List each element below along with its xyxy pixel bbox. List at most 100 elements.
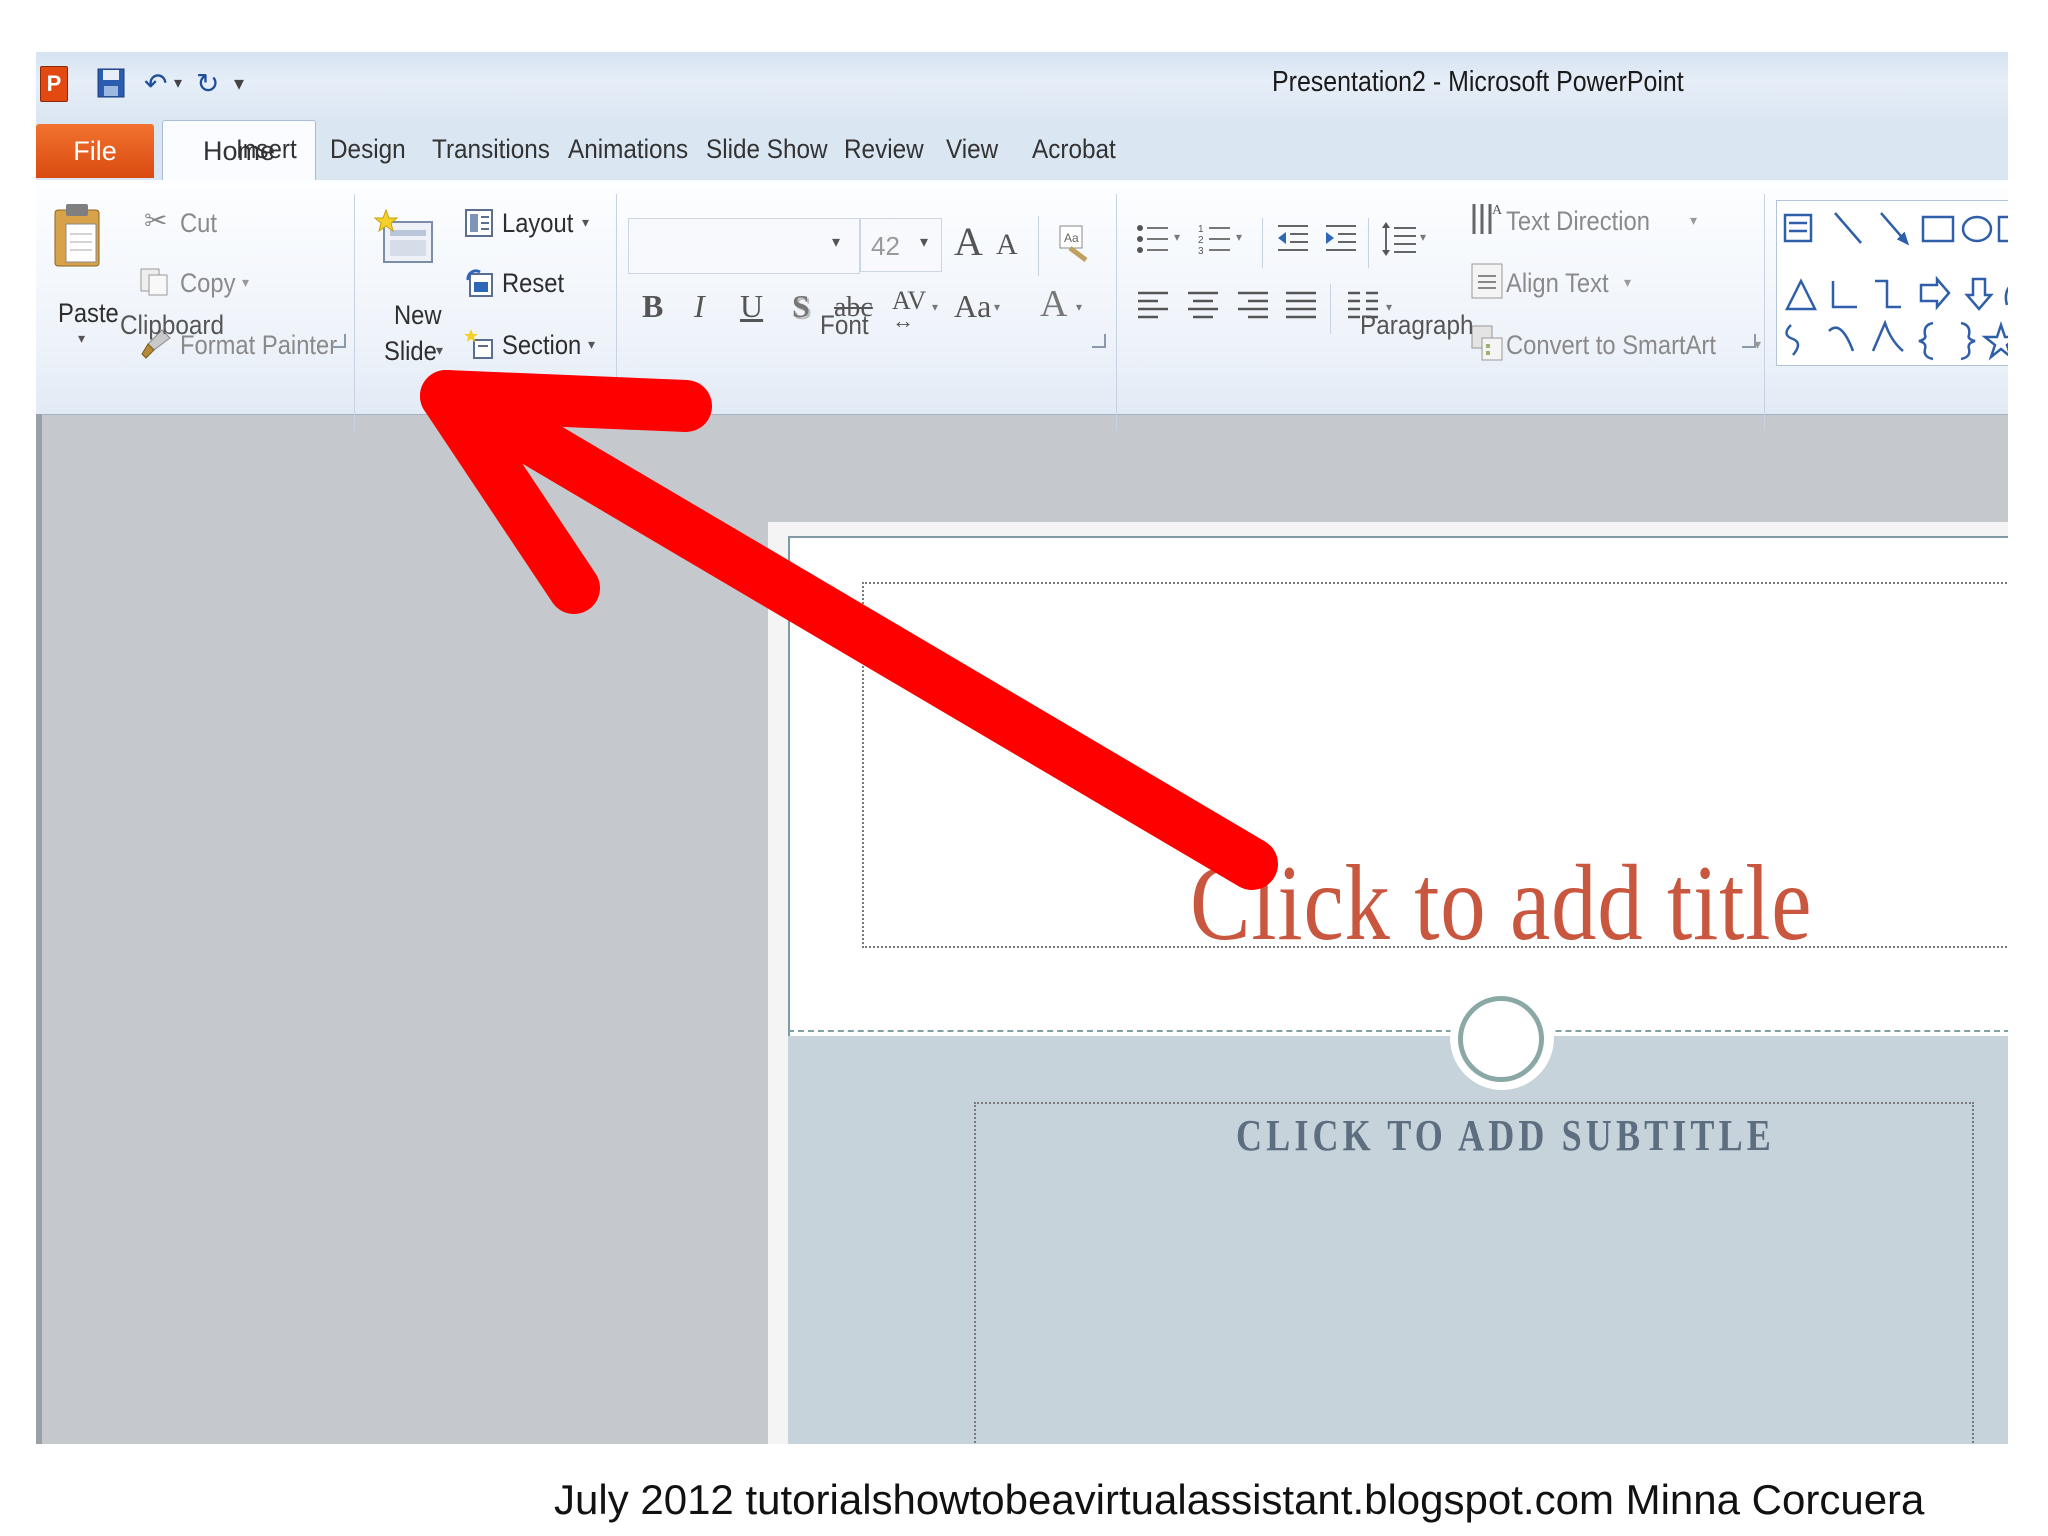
increase-indent-icon[interactable] bbox=[1324, 222, 1358, 261]
layout-icon bbox=[464, 208, 494, 243]
window-title: Presentation2 - Microsoft PowerPoint bbox=[1272, 66, 1684, 98]
svg-text:2: 2 bbox=[1198, 235, 1204, 246]
tab-review[interactable]: Review bbox=[844, 134, 924, 165]
layout-button[interactable]: Layout bbox=[502, 208, 573, 239]
tab-design[interactable]: Design bbox=[330, 134, 406, 165]
font-name-combo[interactable] bbox=[628, 218, 860, 274]
shapes-gallery[interactable] bbox=[1776, 200, 2008, 366]
copy-button[interactable]: Copy bbox=[180, 268, 235, 299]
paste-button[interactable]: Paste bbox=[58, 298, 119, 329]
powerpoint-window: P ↶ ▾ ↻ ▾ Presentation2 - Microsoft Powe… bbox=[36, 52, 2008, 1444]
new-slide-dropdown-icon[interactable]: ▾ bbox=[436, 342, 443, 359]
grow-font-button[interactable]: A bbox=[954, 218, 983, 265]
group-separator bbox=[616, 194, 617, 430]
section-button[interactable]: Section bbox=[502, 330, 581, 361]
font-group-label: Font bbox=[820, 310, 869, 340]
svg-text:1: 1 bbox=[1198, 224, 1204, 235]
section-dropdown-icon[interactable]: ▾ bbox=[588, 336, 595, 353]
section-icon bbox=[464, 328, 496, 365]
justify-icon[interactable] bbox=[1284, 288, 1318, 327]
change-case-dropdown-icon[interactable]: ▾ bbox=[994, 300, 1000, 314]
tab-transitions[interactable]: Transitions bbox=[432, 134, 550, 165]
text-direction-icon: A bbox=[1470, 200, 1504, 245]
bullets-icon[interactable] bbox=[1136, 222, 1170, 261]
layout-dropdown-icon[interactable]: ▾ bbox=[582, 214, 589, 231]
character-spacing-arrows-icon: ↔ bbox=[892, 308, 914, 333]
copy-dropdown-icon[interactable]: ▾ bbox=[242, 274, 249, 291]
align-left-icon[interactable] bbox=[1136, 288, 1170, 327]
clear-formatting-icon[interactable]: Aa bbox=[1056, 224, 1090, 269]
reset-button[interactable]: Reset bbox=[502, 268, 564, 299]
powerpoint-app-icon[interactable]: P bbox=[40, 66, 68, 102]
tab-file[interactable]: File bbox=[36, 124, 154, 178]
bullets-dropdown-icon[interactable]: ▾ bbox=[1174, 230, 1180, 244]
scissors-icon: ✂ bbox=[144, 205, 168, 236]
text-shadow-button[interactable]: S bbox=[792, 288, 810, 325]
font-color-button[interactable]: A bbox=[1040, 282, 1067, 326]
font-color-dropdown-icon[interactable]: ▾ bbox=[1076, 300, 1082, 314]
slide-thumbnail-pane-edge[interactable] bbox=[36, 414, 42, 1444]
bold-button[interactable]: B bbox=[642, 288, 663, 325]
new-slide-button[interactable]: Slide bbox=[384, 336, 437, 367]
change-case-button[interactable]: Aa bbox=[954, 288, 991, 325]
undo-icon[interactable]: ↶ bbox=[144, 66, 167, 102]
tab-slide-show[interactable]: Slide Show bbox=[706, 134, 828, 165]
align-text-icon bbox=[1470, 262, 1504, 305]
slide-divider-line bbox=[788, 1030, 2008, 1032]
divider-ornament-ring bbox=[1458, 996, 1544, 1082]
paragraph-dialog-launcher[interactable] bbox=[1742, 334, 1756, 348]
font-name-dropdown-icon[interactable]: ▾ bbox=[832, 232, 840, 252]
underline-button[interactable]: U bbox=[740, 288, 763, 325]
numbering-icon[interactable]: 123 bbox=[1198, 222, 1232, 261]
tab-animations[interactable]: Animations bbox=[568, 134, 688, 165]
group-separator bbox=[1764, 194, 1765, 430]
svg-text:A: A bbox=[1492, 203, 1503, 218]
character-spacing-dropdown-icon[interactable]: ▾ bbox=[932, 300, 938, 314]
svg-text:3: 3 bbox=[1198, 246, 1204, 256]
italic-button[interactable]: I bbox=[694, 288, 705, 325]
clipboard-icon[interactable] bbox=[52, 202, 102, 273]
align-center-icon[interactable] bbox=[1186, 288, 1220, 327]
font-dialog-launcher[interactable] bbox=[1092, 334, 1106, 348]
font-size-dropdown-icon[interactable]: ▾ bbox=[920, 232, 928, 252]
line-spacing-icon[interactable] bbox=[1380, 220, 1418, 263]
group-separator bbox=[1116, 194, 1117, 430]
tab-insert[interactable]: Insert bbox=[236, 134, 297, 165]
paste-dropdown-icon[interactable]: ▾ bbox=[78, 330, 85, 347]
group-separator bbox=[1038, 216, 1039, 276]
line-spacing-dropdown-icon[interactable]: ▾ bbox=[1420, 230, 1426, 244]
text-direction-button[interactable]: Text Direction bbox=[1506, 206, 1650, 237]
group-separator bbox=[1368, 218, 1369, 268]
smartart-icon bbox=[1470, 324, 1504, 367]
text-direction-dropdown-icon[interactable]: ▾ bbox=[1690, 212, 1697, 229]
reset-icon bbox=[464, 268, 494, 303]
ribbon bbox=[36, 180, 2008, 415]
decrease-indent-icon[interactable] bbox=[1276, 222, 1310, 261]
align-text-button[interactable]: Align Text bbox=[1506, 268, 1609, 299]
clipboard-group-label: Clipboard bbox=[120, 310, 225, 340]
clipboard-dialog-launcher[interactable] bbox=[332, 334, 346, 348]
numbering-dropdown-icon[interactable]: ▾ bbox=[1236, 230, 1242, 244]
group-separator bbox=[1330, 284, 1331, 334]
align-right-icon[interactable] bbox=[1236, 288, 1270, 327]
subtitle-placeholder-text[interactable]: CLICK TO ADD SUBTITLE bbox=[1236, 1110, 1775, 1161]
convert-to-smartart-button[interactable]: Convert to SmartArt bbox=[1506, 330, 1716, 361]
paragraph-group-label: Paragraph bbox=[1360, 310, 1474, 340]
image-caption: July 2012 tutorialshowtobeavirtualassist… bbox=[554, 1476, 1925, 1523]
save-icon[interactable] bbox=[96, 66, 126, 102]
cut-button[interactable]: Cut bbox=[180, 208, 217, 239]
tab-acrobat[interactable]: Acrobat bbox=[1032, 134, 1116, 165]
title-placeholder-text[interactable]: Click to add title bbox=[1190, 842, 1812, 966]
tab-view[interactable]: View bbox=[946, 134, 998, 165]
undo-dropdown-icon[interactable]: ▾ bbox=[174, 66, 182, 102]
customize-qat-icon[interactable]: ▾ bbox=[234, 66, 244, 102]
svg-text:Aa: Aa bbox=[1064, 231, 1079, 245]
new-slide-icon[interactable] bbox=[373, 208, 436, 275]
font-size-combo[interactable]: 42 bbox=[860, 218, 942, 272]
group-separator bbox=[1262, 218, 1263, 268]
align-text-dropdown-icon[interactable]: ▾ bbox=[1624, 274, 1631, 291]
shrink-font-button[interactable]: A bbox=[996, 228, 1018, 262]
copy-icon bbox=[138, 266, 170, 303]
new-slide-label-line1[interactable]: New bbox=[394, 300, 442, 331]
redo-icon[interactable]: ↻ bbox=[196, 66, 219, 102]
